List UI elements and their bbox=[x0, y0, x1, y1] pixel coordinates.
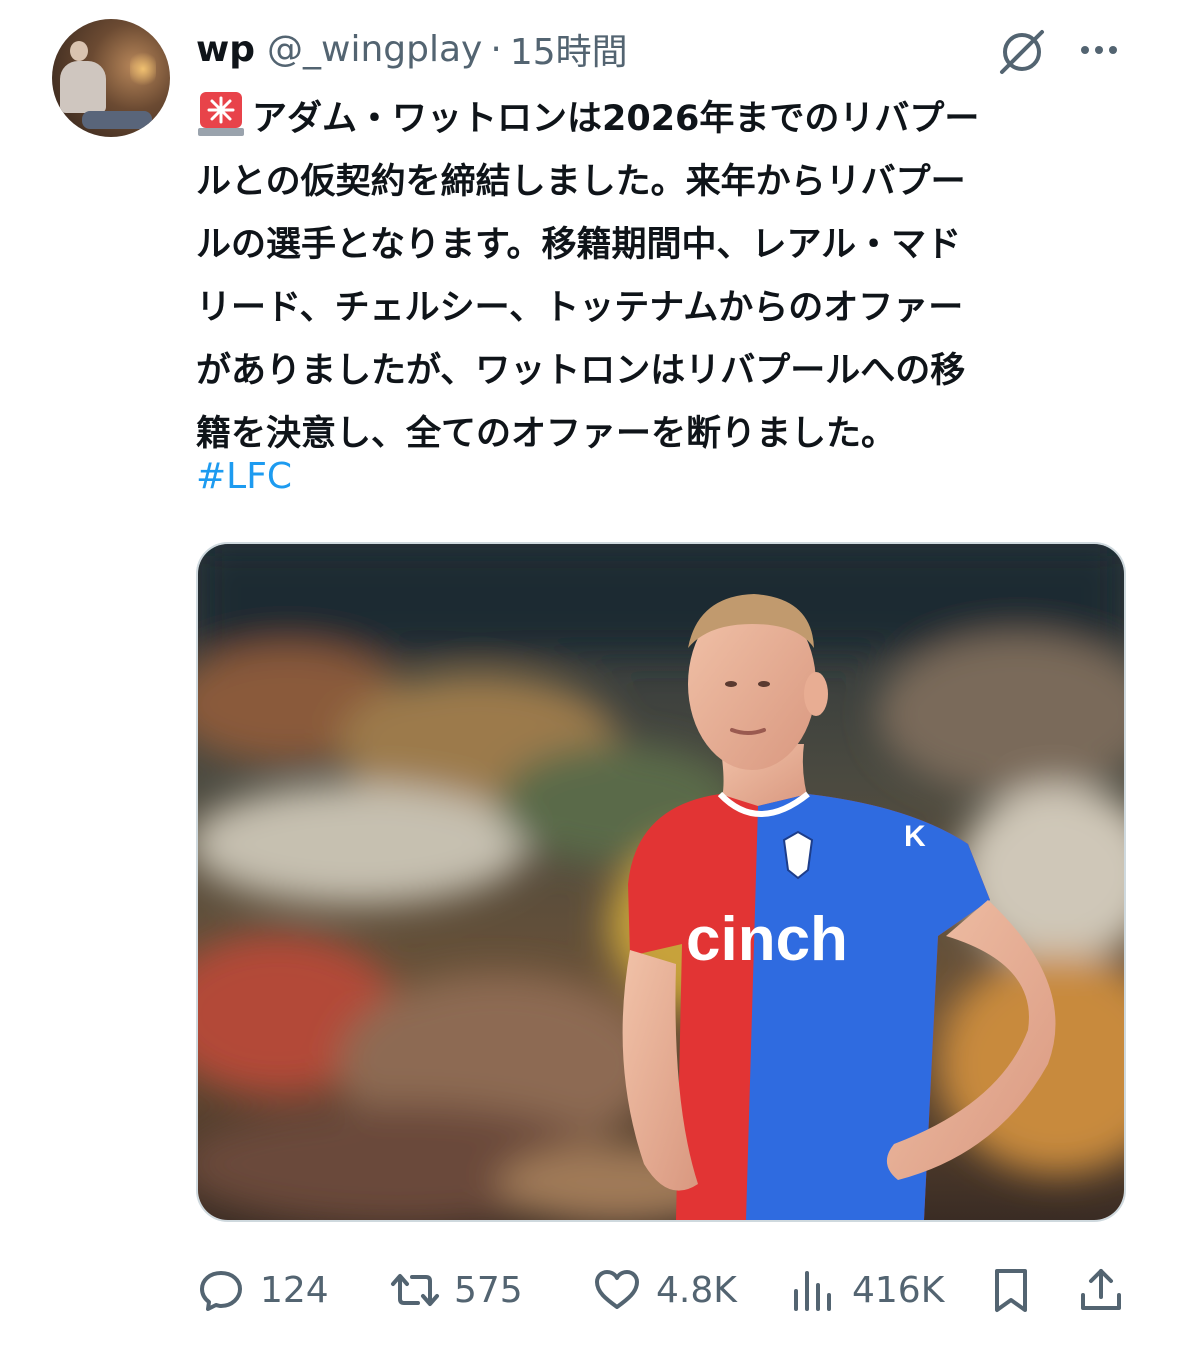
avatar-figure-body bbox=[60, 61, 106, 113]
sleeve-sponsor-text: K bbox=[904, 820, 926, 853]
bookmark-button[interactable] bbox=[986, 1260, 1036, 1320]
retweet-count: 575 bbox=[454, 1269, 523, 1311]
tweet-text: アダム・ワットロンは2026年までのリバプー ルとの仮契約を締結しました。来年か… bbox=[196, 88, 1136, 466]
avatar-figure-head bbox=[70, 41, 88, 61]
reply-button[interactable]: 124 bbox=[196, 1260, 329, 1320]
grok-icon[interactable] bbox=[994, 24, 1050, 80]
like-button[interactable]: 4.8K bbox=[592, 1260, 737, 1320]
hashtag-link[interactable]: #LFC bbox=[196, 445, 292, 508]
tweet-line: ルの選手となります。移籍期間中、レアル・マド bbox=[196, 225, 962, 265]
tweet-line: アダム・ワットロンは2026年までのリバプー bbox=[196, 88, 1136, 151]
reply-icon bbox=[200, 1271, 242, 1311]
tweet-header: wp @_wingplay · 15時間 bbox=[196, 24, 628, 74]
tweet-line: ルとの仮契約を締結しました。来年からリバプー bbox=[196, 162, 966, 202]
tweet-line: 籍を決意し、全てのオファーを断りました。 bbox=[196, 414, 897, 454]
avatar-figure-legs bbox=[82, 111, 152, 129]
share-icon bbox=[1081, 1269, 1121, 1310]
tweet-line-text: アダム・ワットロンは2026年までのリバプー bbox=[252, 99, 980, 139]
more-options-icon[interactable] bbox=[1076, 30, 1122, 70]
shirt-sponsor-text: cinch bbox=[686, 905, 848, 974]
tweet-line: がありましたが、ワットロンはリバプールへの移 bbox=[196, 351, 966, 391]
views-count: 416K bbox=[852, 1269, 945, 1311]
retweet-icon bbox=[391, 1274, 439, 1306]
user-handle[interactable]: @_wingplay bbox=[267, 29, 482, 70]
share-button[interactable] bbox=[1076, 1260, 1126, 1320]
player-photo-illustration: cinch K bbox=[198, 544, 1124, 1220]
views-bar-chart-icon bbox=[794, 1271, 831, 1311]
like-count: 4.8K bbox=[656, 1269, 737, 1311]
separator-dot: · bbox=[490, 28, 502, 70]
tweet-actions: 124 575 4.8K 416K bbox=[196, 1260, 1126, 1320]
display-name[interactable]: wp bbox=[196, 29, 255, 70]
bookmark-icon bbox=[995, 1269, 1027, 1312]
retweet-button[interactable]: 575 bbox=[390, 1260, 523, 1320]
tweet-line: リード、チェルシー、トッテナムからのオファー bbox=[196, 288, 964, 328]
timestamp[interactable]: 15時間 bbox=[510, 23, 628, 75]
avatar-lamp bbox=[130, 49, 156, 89]
tweet-photo[interactable]: cinch K bbox=[196, 542, 1126, 1222]
views-button[interactable]: 416K bbox=[788, 1260, 944, 1320]
siren-icon bbox=[198, 92, 244, 136]
avatar[interactable] bbox=[52, 19, 170, 137]
heart-icon bbox=[595, 1270, 639, 1309]
reply-count: 124 bbox=[260, 1269, 329, 1311]
club-crest bbox=[782, 830, 814, 880]
